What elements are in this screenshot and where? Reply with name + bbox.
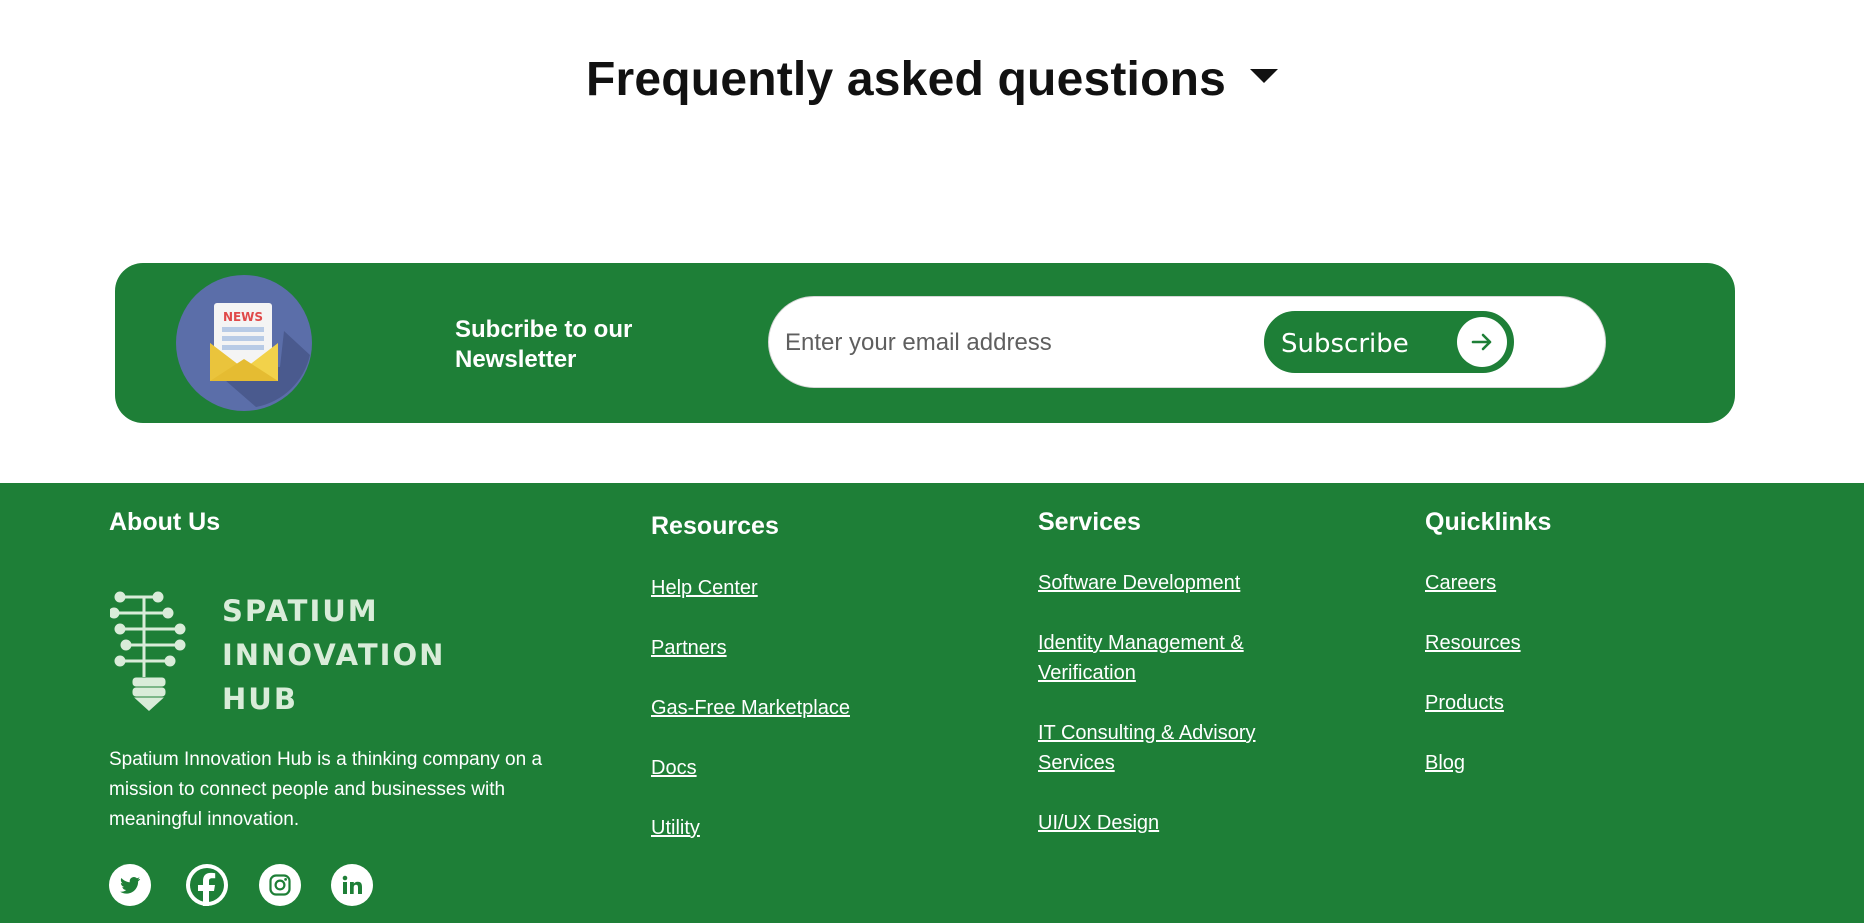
quicklinks-link-resources[interactable]: Resources	[1425, 628, 1521, 658]
resources-link-gas-free-marketplace[interactable]: Gas-Free Marketplace	[651, 693, 850, 723]
bulb-circuit-icon	[108, 591, 186, 712]
resources-link-utility[interactable]: Utility	[651, 813, 700, 843]
services-link-ui-ux-design[interactable]: UI/UX Design	[1038, 808, 1278, 838]
email-input[interactable]	[783, 317, 1257, 369]
twitter-link[interactable]	[109, 864, 151, 906]
news-badge: NEWS	[223, 310, 263, 324]
caret-down-icon[interactable]	[1250, 68, 1279, 83]
services-link-it-consulting[interactable]: IT Consulting & Advisory Services	[1038, 718, 1278, 778]
newsletter-label: Subcribe to our Newsletter	[455, 316, 633, 373]
resources-heading: Resources	[651, 512, 779, 540]
services-heading: Services	[1038, 508, 1141, 536]
newsletter-envelope-icon: NEWS	[176, 275, 312, 411]
services-link-identity-management[interactable]: Identity Management & Verification	[1038, 628, 1278, 688]
linkedin-link[interactable]	[331, 864, 373, 906]
faq-title: Frequently asked questions	[585, 53, 1227, 106]
resources-link-docs[interactable]: Docs	[651, 753, 697, 783]
linkedin-icon	[342, 875, 362, 894]
facebook-icon	[190, 868, 224, 906]
services-link-software-development[interactable]: Software Development	[1038, 568, 1278, 598]
resources-link-help-center[interactable]: Help Center	[651, 573, 758, 603]
about-description: Spatium Innovation Hub is a thinking com…	[109, 749, 543, 830]
logo-wordmark: SPATIUM INNOVATION HUB	[222, 594, 446, 716]
quicklinks-link-blog[interactable]: Blog	[1425, 748, 1465, 778]
instagram-icon	[269, 874, 291, 896]
quicklinks-link-careers[interactable]: Careers	[1425, 568, 1496, 598]
footer: About Us SPATIUM INNOVATION HUB Spatium …	[0, 483, 1864, 923]
about-heading: About Us	[109, 508, 221, 536]
instagram-link[interactable]	[259, 864, 301, 906]
faq-section[interactable]: Frequently asked questions	[0, 52, 1864, 107]
twitter-icon	[120, 877, 141, 894]
subscribe-button-label: Subscribe	[1281, 329, 1409, 359]
subscribe-button[interactable]: Subscribe	[1264, 311, 1514, 373]
quicklinks-heading: Quicklinks	[1425, 508, 1552, 536]
arrow-right-icon	[1457, 317, 1507, 367]
facebook-link[interactable]	[186, 864, 228, 906]
resources-link-partners[interactable]: Partners	[651, 633, 727, 663]
spatium-logo[interactable]: SPATIUM INNOVATION HUB	[108, 589, 450, 719]
quicklinks-link-products[interactable]: Products	[1425, 688, 1504, 718]
